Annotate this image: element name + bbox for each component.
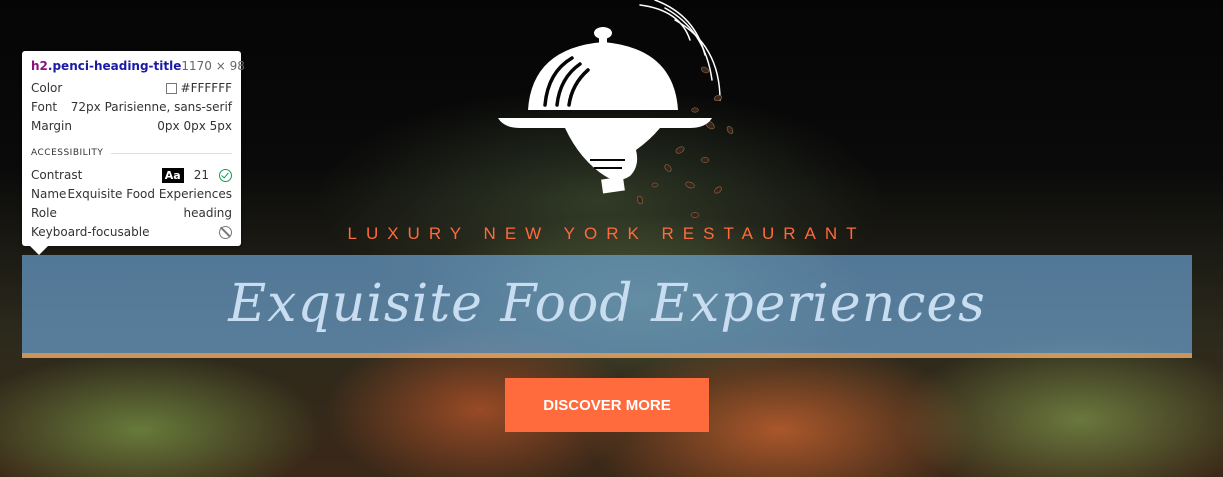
checkmark-icon [219, 168, 232, 182]
discover-more-button[interactable]: DISCOVER MORE [505, 378, 709, 432]
font-value: 72px Parisienne, sans-serif [70, 100, 232, 114]
tooltip-header: h2.penci-heading-title 1170 × 98 [31, 57, 245, 75]
font-label: Font [31, 100, 58, 114]
margin-row: Margin 0px 0px 5px [31, 117, 232, 135]
contrast-label: Contrast [31, 168, 83, 182]
page-title: Exquisite Food Experiences [228, 274, 986, 334]
devtools-inspect-tooltip: h2.penci-heading-title 1170 × 98 Color #… [22, 51, 245, 246]
name-row: Name Exquisite Food Experiences [31, 185, 232, 203]
role-value: heading [183, 206, 232, 220]
contrast-row: Contrast Aa 21 [31, 166, 232, 184]
role-label: Role [31, 206, 57, 220]
accessibility-section-title: ACCESSIBILITY [31, 148, 232, 158]
color-swatch [165, 82, 177, 94]
keyboard-focusable-label: Keyboard-focusable [31, 225, 150, 239]
role-row: Role heading [31, 204, 232, 222]
name-value: Exquisite Food Experiences [67, 187, 233, 201]
contrast-badge: Aa [161, 167, 184, 183]
element-dimensions: 1170 × 98 [181, 59, 245, 73]
restaurant-cloche-logo [498, 0, 734, 218]
section-divider [111, 152, 232, 154]
color-value: #FFFFFF [180, 81, 232, 95]
not-allowed-icon [219, 225, 232, 239]
color-label: Color [31, 81, 63, 95]
contrast-value: 21 [193, 168, 209, 182]
keyboard-focusable-row: Keyboard-focusable [31, 223, 232, 241]
color-row: Color #FFFFFF [31, 79, 232, 97]
selector-class: .penci-heading-title [47, 59, 182, 73]
accessibility-heading: ACCESSIBILITY [31, 148, 104, 158]
margin-label: Margin [31, 119, 72, 133]
name-label: Name [31, 187, 67, 201]
tooltip-arrow [30, 246, 48, 255]
heading-margin-overlay [22, 353, 1192, 358]
element-selector: h2.penci-heading-title [31, 59, 181, 73]
selector-tag: h2 [31, 59, 48, 73]
margin-value: 0px 0px 5px [157, 119, 232, 133]
font-row: Font 72px Parisienne, sans-serif [31, 98, 232, 116]
